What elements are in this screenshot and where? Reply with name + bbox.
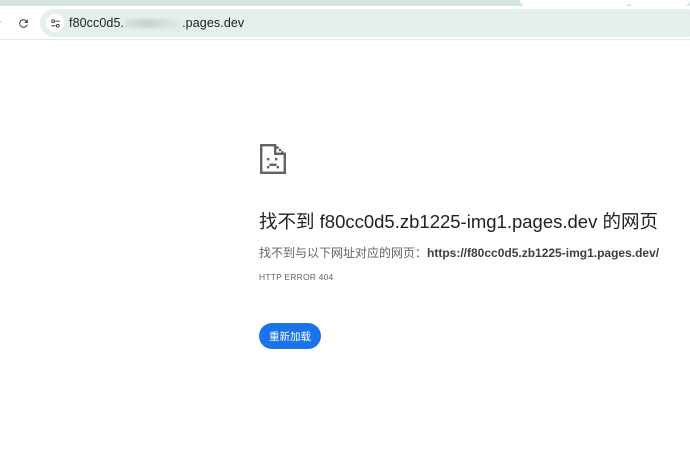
url-suffix: .pages.dev [182,16,245,30]
reload-page-button[interactable]: 重新加载 [259,323,321,349]
forward-icon[interactable]: › [0,15,6,29]
url-prefix: f80cc0d5. [69,16,125,30]
error-description: 找不到与以下网址对应的网页：https://f80cc0d5.zb1225-im… [259,244,659,261]
toolbar: › f80cc0d5. .pages.dev [0,6,690,40]
reload-icon [18,18,28,28]
sad-file-icon [260,144,286,174]
address-bar[interactable]: f80cc0d5. .pages.dev [40,9,690,37]
site-info-icon [50,18,60,28]
reload-button[interactable] [13,13,33,33]
description-url: https://f80cc0d5.zb1225-img1.pages.dev/ [427,246,660,260]
browser-chrome: › f80cc0d5. .pages.dev [0,0,690,40]
url-redaction [125,19,182,29]
page-title: 找不到 f80cc0d5.zb1225-img1.pages.dev 的网页 [259,211,658,232]
error-code: HTTP ERROR 404 [259,272,334,282]
url-text[interactable]: f80cc0d5. .pages.dev [69,16,244,30]
description-prefix: 找不到与以下网址对应的网页： [259,246,428,260]
site-info-button[interactable] [46,14,64,32]
